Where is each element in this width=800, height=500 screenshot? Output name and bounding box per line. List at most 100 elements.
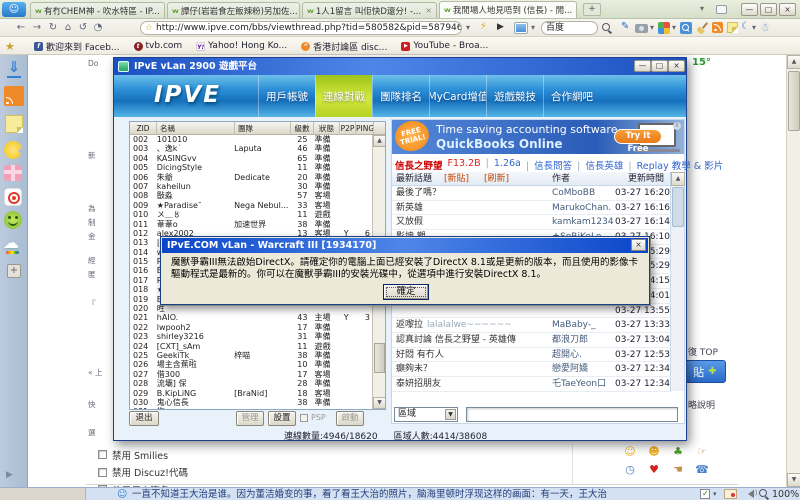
flashget-icon[interactable]	[480, 21, 487, 32]
topic-row[interactable]: 最後了嗎？ CoMboBB 03-27 16:20	[392, 186, 672, 201]
grin-face-icon[interactable]: ☻	[642, 443, 666, 461]
lips-icon[interactable]: ♥	[642, 461, 666, 479]
history-icon[interactable]	[91, 21, 105, 35]
ad-banner[interactable]: FREE TRIAL! Time saving accounting softw…	[392, 120, 684, 154]
player-row[interactable]: 002 101010 25 準備	[130, 135, 372, 144]
screenshot-dropdown-icon[interactable]	[650, 23, 654, 32]
topic-title[interactable]: 返嚟拉	[396, 320, 423, 330]
option-row[interactable]: 禁用 Discuz!代碼	[98, 464, 188, 482]
status-checkbox-icon[interactable]	[700, 489, 710, 499]
topic-row[interactable]: 返嚟拉lalalalwe~~~~~~ MaBaby-_ 03-27 13:33	[392, 318, 672, 333]
tab-overflow-icon[interactable]	[700, 4, 704, 13]
checkbox-icon[interactable]	[98, 450, 107, 459]
window-minimize-button[interactable]: —	[741, 3, 758, 16]
select-arrow-icon[interactable]: ▼	[445, 409, 456, 420]
player-row[interactable]: 010 〤＿〥 11 遊戲	[130, 210, 372, 219]
player-row[interactable]: 029 B.KipLiNG [BraNid] 18 客場	[130, 389, 372, 398]
handshake-icon[interactable]: ☚	[666, 461, 690, 479]
column-header[interactable]: ZID	[130, 122, 157, 134]
column-header[interactable]: PING	[356, 122, 374, 134]
forum-link[interactable]: 信長問答	[526, 158, 572, 172]
extensions-dropdown-icon[interactable]	[672, 23, 676, 32]
app-nav-tab[interactable]: 團隊排名	[372, 75, 429, 117]
cloud-icon[interactable]	[3, 233, 23, 253]
topic-title[interactable]: 好悶 有冇人	[396, 350, 444, 360]
cleaner-icon[interactable]	[696, 22, 708, 34]
player-row[interactable]: 021 hAIO. 43 主場 Y 3	[130, 313, 372, 322]
window-close-button[interactable]: ×	[779, 3, 796, 16]
back-icon[interactable]	[14, 21, 28, 35]
scroll-down-icon[interactable]: ▼	[787, 473, 800, 487]
player-row[interactable]: 005 DicingStyle 11 準備	[130, 163, 372, 172]
column-header[interactable]: P2P	[340, 122, 356, 134]
sticky-note-icon[interactable]	[5, 115, 23, 133]
app-close-button[interactable]: ×	[668, 60, 685, 72]
tab-close-icon[interactable]: ×	[163, 6, 165, 15]
theme-icon[interactable]	[760, 21, 770, 34]
player-row[interactable]: 011 葦葦o 加速世界 38 準備	[130, 220, 372, 229]
bookmark-item[interactable]: 香港討論區 disc...	[301, 40, 387, 53]
player-row[interactable]: 030 鬼心信長 38 準備	[130, 398, 372, 407]
hand-icon[interactable]: ☞	[690, 443, 714, 461]
clock-icon[interactable]: ◷	[618, 461, 642, 479]
header-refresh-link[interactable]: [刷新]	[484, 172, 509, 186]
topics-scrollbar[interactable]: ▲	[670, 172, 684, 391]
notes-icon[interactable]	[727, 22, 738, 33]
player-row[interactable]: 023 shirley3216 31 準備	[130, 332, 372, 341]
player-row[interactable]: 025 GeekiTk_ 梓喵 38 準備	[130, 351, 372, 360]
forward-icon[interactable]	[30, 21, 44, 35]
window-restore-button[interactable]: □	[760, 3, 777, 16]
region-select[interactable]: 區域 ▼	[394, 407, 458, 422]
bookmark-item[interactable]: tvb.com	[134, 41, 183, 51]
address-bar[interactable]: ☆ http://www.ipve.com/bbs/viewthread.php…	[140, 21, 462, 35]
tab-close-icon[interactable]: ×	[575, 6, 577, 15]
search-input[interactable]: 百度	[541, 21, 598, 35]
topic-title[interactable]: 認真討論 信長之野望 - 英雄傳	[396, 335, 516, 345]
start-button[interactable]: 啟動	[336, 411, 364, 426]
new-tab-button[interactable]: +	[583, 3, 601, 16]
status-image-icon[interactable]	[724, 489, 737, 499]
player-row[interactable]: 028 流壩] 保 28 準備	[130, 379, 372, 388]
game-pacman-icon[interactable]	[4, 141, 22, 159]
scroll-up-icon[interactable]: ▲	[787, 55, 800, 69]
player-row[interactable]: 008 敯淼 57 客場	[130, 191, 372, 200]
smiley-icon[interactable]	[4, 211, 22, 229]
browser-tab[interactable]: 有冇CHEM神 - 吹水特區 - IP... ×	[30, 2, 165, 18]
screenshot-icon[interactable]	[635, 24, 648, 33]
extensions-grid-icon[interactable]	[658, 22, 670, 34]
app-minimize-button[interactable]: —	[634, 60, 651, 72]
bookmark-item[interactable]: Yahoo! Hong Ko...	[196, 41, 287, 51]
column-header[interactable]: 級數	[291, 122, 314, 134]
scroll-up-icon[interactable]: ▲	[671, 172, 685, 186]
browser-tab[interactable]: 1人1留言 叫佢快D還分! -... ×	[302, 2, 437, 18]
player-row[interactable]: 009 ★Paradise¯ Nega Nebul... 33 客場	[130, 201, 372, 210]
try-it-free-button[interactable]: Try It Free	[614, 129, 662, 144]
back-to-top-link[interactable]: 復 TOP	[688, 345, 718, 358]
search-engine-icon[interactable]	[514, 22, 528, 34]
favorites-star-icon[interactable]: ★	[5, 40, 15, 53]
url-dropdown-icon[interactable]	[466, 23, 470, 32]
browser-tab[interactable]: 譚仔(岩岩食左飯辣粉)另加佐... ×	[167, 2, 300, 18]
add-widget-icon[interactable]: +	[7, 264, 21, 278]
topic-row[interactable]: 03-27 13:55	[392, 304, 672, 319]
scroll-up-icon[interactable]: ▲	[373, 135, 386, 147]
night-mode-dropdown-icon[interactable]	[752, 23, 756, 32]
forum-link[interactable]: F13.2B	[448, 158, 481, 172]
zoom-level[interactable]: 100%	[772, 488, 799, 500]
header-newpost-link[interactable]: [新貼]	[444, 172, 469, 186]
scrollbar-thumb[interactable]	[788, 71, 800, 131]
topic-row[interactable]: 認真討論 信長之野望 - 英雄傳 都浪刀郎 03-27 13:04	[392, 333, 672, 348]
scroll-down-icon[interactable]: ▼	[373, 397, 386, 409]
app-shortcut-icon[interactable]	[716, 5, 727, 14]
exit-button[interactable]: 退出	[129, 411, 159, 426]
player-row[interactable]: 027 借300 17 客場	[130, 370, 372, 379]
clover-icon[interactable]: ♣	[666, 443, 690, 461]
forum-link[interactable]: 信長之野望	[395, 158, 443, 172]
dialog-ok-button[interactable]: 確定	[383, 284, 429, 300]
forum-link[interactable]: 信長英雄	[577, 158, 623, 172]
topic-title[interactable]: 最後了嗎？	[396, 188, 441, 198]
dialog-titlebar[interactable]: IPvE.COM vLan - Warcraft III [1934170]	[162, 238, 648, 253]
browser-menu-button[interactable]: ☺	[2, 2, 26, 17]
app-nav-tab[interactable]: MyCard增值	[429, 75, 486, 117]
topic-row[interactable]: 又放假 kamkam1234 03-27 16:14	[392, 215, 672, 230]
